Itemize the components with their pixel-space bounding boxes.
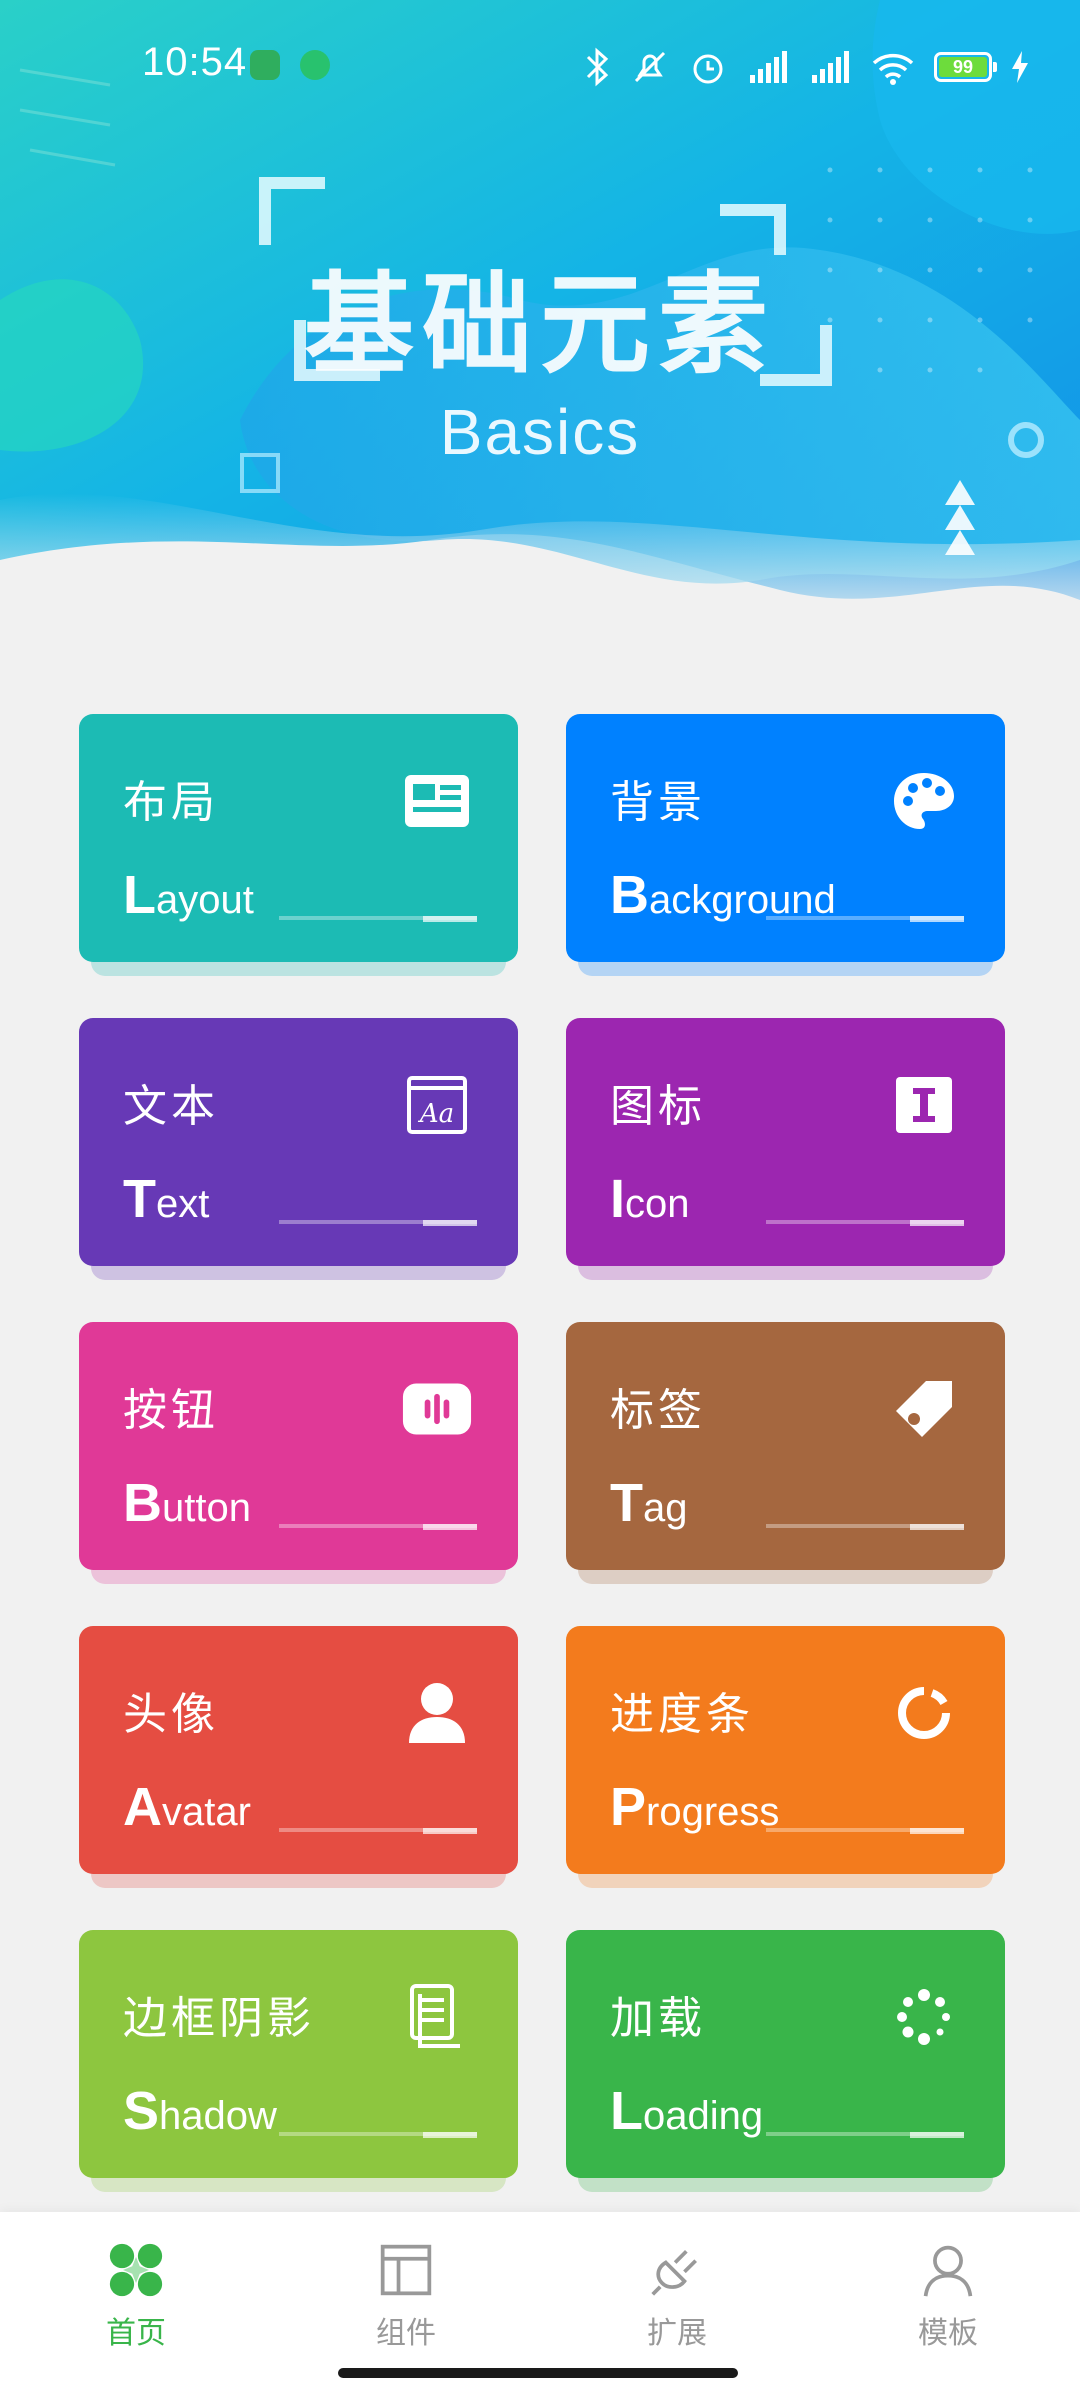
signal-hd-icon-2 xyxy=(812,51,849,83)
card-divider xyxy=(279,2132,477,2138)
tab-templates[interactable]: 模板 xyxy=(878,2242,1018,2352)
card-title-en: Tag xyxy=(610,1473,688,1533)
card-body[interactable]: 按钮 Button xyxy=(79,1322,518,1570)
card-progress[interactable]: 进度条 Progress xyxy=(566,1626,1005,1888)
card-title-en: Loading xyxy=(610,2081,764,2141)
card-icon[interactable]: 图标 Icon xyxy=(566,1018,1005,1280)
card-shadow-border[interactable]: 边框阴影 Shadow xyxy=(79,1930,518,2192)
battery-level: 99 xyxy=(939,57,987,77)
card-body[interactable]: 加载 Loading xyxy=(566,1930,1005,2178)
page-subtitle: Basics xyxy=(439,396,641,468)
card-divider xyxy=(279,916,477,922)
plugin-icon xyxy=(651,2250,697,2296)
card-tag[interactable]: 标签 Tag xyxy=(566,1322,1005,1584)
card-title-cn: 布局 xyxy=(123,777,219,828)
signal-hd-icon xyxy=(750,51,787,83)
card-loading[interactable]: 加载 Loading xyxy=(566,1930,1005,2192)
home-indicator[interactable] xyxy=(338,2368,738,2378)
card-body[interactable]: 标签 Tag xyxy=(566,1322,1005,1570)
card-title-en: Shadow xyxy=(123,2081,277,2141)
card-title-cn: 图标 xyxy=(610,1081,706,1132)
bluetooth-icon xyxy=(586,47,609,87)
card-title-cn: 边框阴影 xyxy=(123,1993,315,2044)
card-body[interactable]: 进度条 Progress xyxy=(566,1626,1005,1874)
card-title-cn: 背景 xyxy=(610,777,706,828)
card-divider xyxy=(766,1524,964,1530)
tab-label: 模板 xyxy=(918,2316,978,2351)
card-title-en: Progress xyxy=(610,1777,780,1837)
card-body[interactable]: 图标 Icon xyxy=(566,1018,1005,1266)
alarm-icon xyxy=(693,54,723,84)
card-title-en: Button xyxy=(123,1473,251,1533)
svg-text:Aa: Aa xyxy=(418,1099,454,1129)
card-divider xyxy=(766,1828,964,1834)
card-divider xyxy=(279,1524,477,1530)
button-icon xyxy=(402,1374,472,1444)
card-background[interactable]: 背景 Background xyxy=(566,714,1005,976)
copy-icon xyxy=(402,1982,472,2052)
card-avatar[interactable]: 头像 Avatar xyxy=(79,1626,518,1888)
charging-icon xyxy=(1012,51,1028,83)
tab-label: 扩展 xyxy=(647,2316,707,2351)
card-divider xyxy=(766,2132,964,2138)
system-icons: 99 xyxy=(584,42,1030,92)
card-body[interactable]: 头像 Avatar xyxy=(79,1626,518,1874)
card-divider xyxy=(279,1220,477,1226)
card-title-en: Layout xyxy=(123,865,254,925)
card-divider xyxy=(766,916,964,922)
tab-extensions[interactable]: 扩展 xyxy=(607,2242,747,2352)
user-icon xyxy=(402,1678,472,1748)
card-title-cn: 头像 xyxy=(123,1689,219,1740)
text-font-icon: Aa xyxy=(402,1070,472,1140)
palette-icon xyxy=(889,766,959,836)
card-title-en: Text xyxy=(123,1169,210,1229)
tab-label: 组件 xyxy=(376,2316,436,2351)
card-title-en: Avatar xyxy=(123,1777,251,1837)
loading-icon xyxy=(889,1982,959,2052)
tab-label: 首页 xyxy=(106,2316,166,2351)
card-body[interactable]: 文本 Text Aa xyxy=(79,1018,518,1266)
card-title-cn: 加载 xyxy=(610,1993,706,2044)
card-divider xyxy=(279,1828,477,1834)
card-body[interactable]: 布局 Layout xyxy=(79,714,518,962)
newspaper-icon xyxy=(402,766,472,836)
card-title-cn: 进度条 xyxy=(610,1689,754,1740)
status-bar: 10:54 99 xyxy=(0,0,1080,130)
tab-components[interactable]: 组件 xyxy=(336,2242,476,2352)
header-banner: 10:54 99 基础元素 Basics xyxy=(0,0,1080,640)
card-divider xyxy=(766,1220,964,1226)
tag-icon xyxy=(889,1374,959,1444)
card-layout[interactable]: 布局 Layout xyxy=(79,714,518,976)
icon-box-icon xyxy=(889,1070,959,1140)
page-title: 基础元素 xyxy=(304,261,776,389)
person-icon xyxy=(923,2245,973,2297)
wifi-icon xyxy=(872,53,914,85)
card-title-cn: 按钮 xyxy=(123,1385,219,1436)
home-grid-icon xyxy=(109,2243,163,2297)
card-title-en: Icon xyxy=(610,1169,690,1229)
clock: 10:54 xyxy=(142,40,248,84)
layout-icon xyxy=(380,2244,432,2296)
card-body[interactable]: 背景 Background xyxy=(566,714,1005,962)
app-notification-icon xyxy=(250,50,280,80)
progress-icon xyxy=(889,1678,959,1748)
battery-icon: 99 xyxy=(934,52,997,82)
tab-home[interactable]: 首页 xyxy=(66,2242,206,2352)
card-button[interactable]: 按钮 Button xyxy=(79,1322,518,1584)
shield-icon xyxy=(300,50,330,80)
card-body[interactable]: 边框阴影 Shadow xyxy=(79,1930,518,2178)
card-title-cn: 文本 xyxy=(123,1081,219,1132)
card-title-cn: 标签 xyxy=(610,1385,706,1436)
mute-icon xyxy=(634,51,666,83)
card-text[interactable]: 文本 Text Aa xyxy=(79,1018,518,1280)
